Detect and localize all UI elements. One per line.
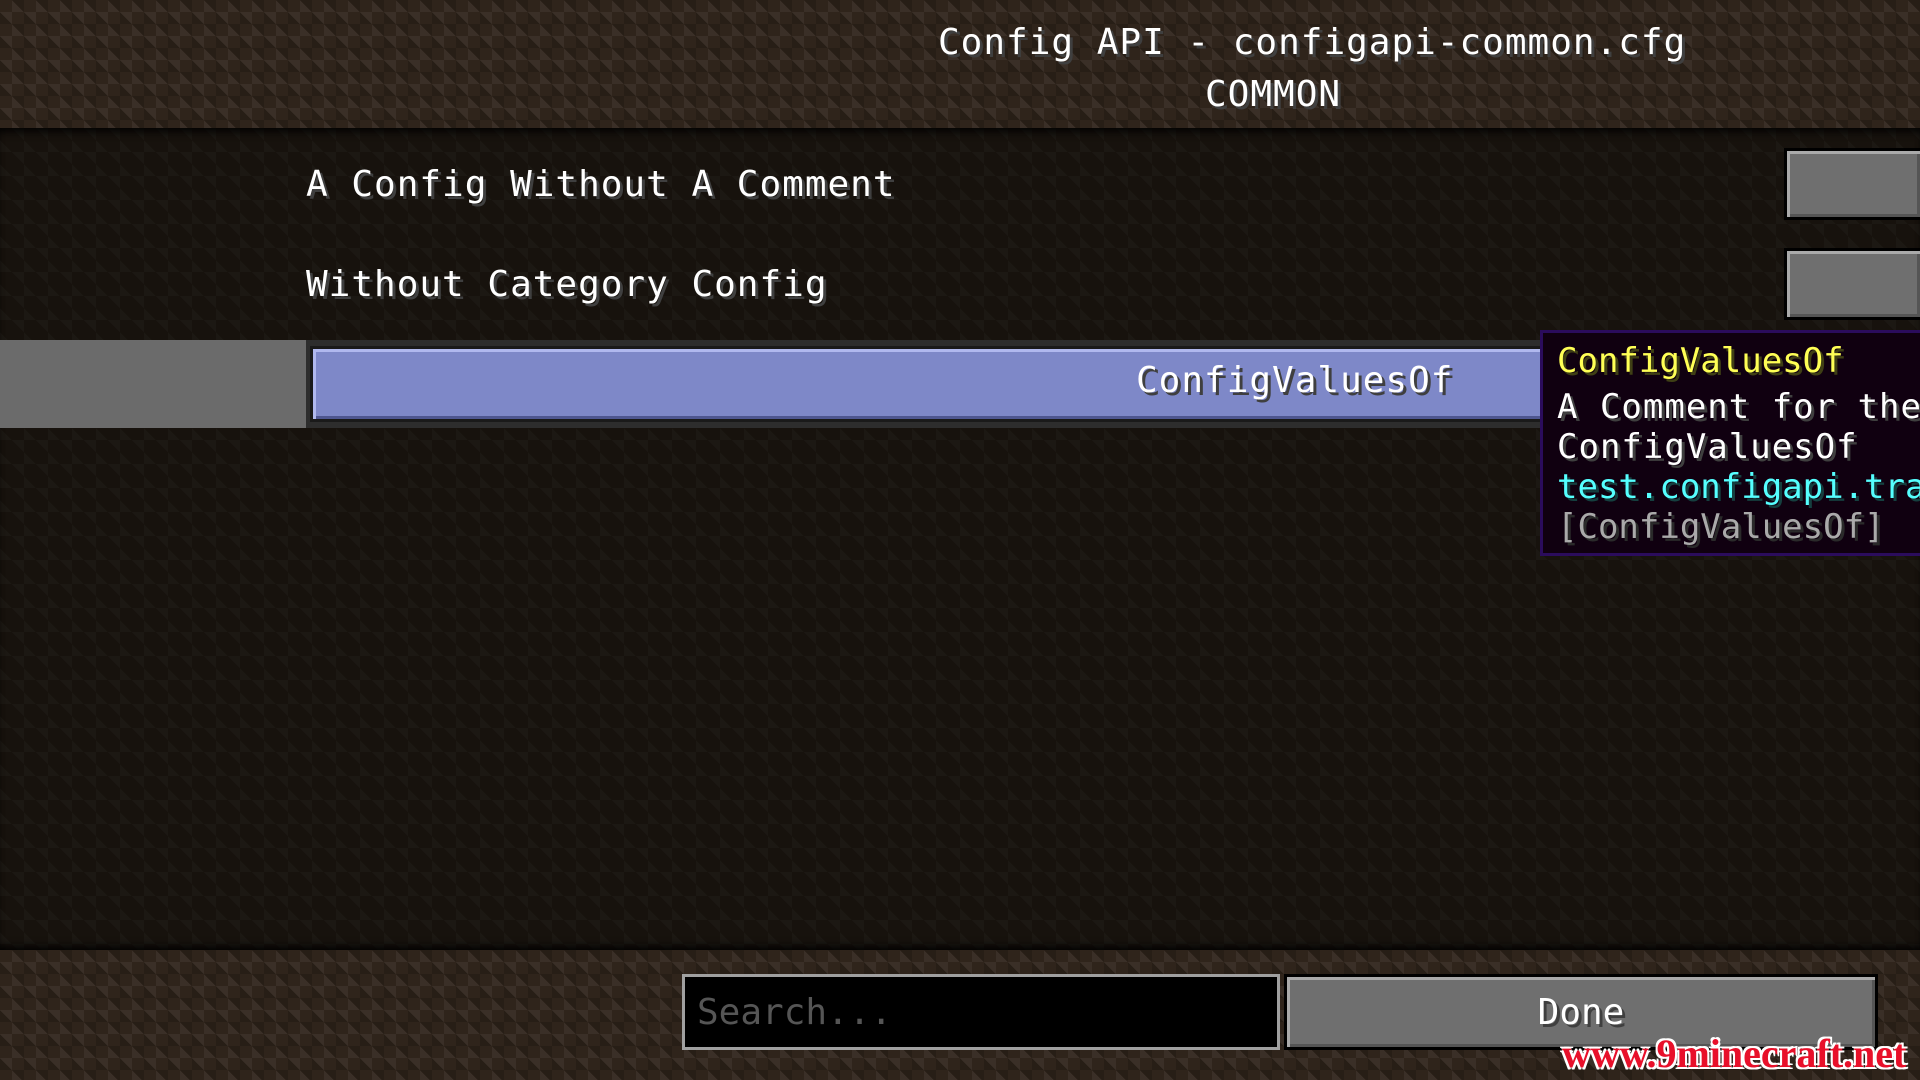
search-input[interactable] (682, 974, 1280, 1050)
tooltip-default-value: [ConfigValuesOf] (1557, 507, 1885, 547)
tooltip-comment-line-2: ConfigValuesOf (1557, 427, 1858, 467)
tooltip-comment-line-1: A Comment for the (1557, 387, 1920, 427)
entry-label-config-without-comment: A Config Without A Comment (306, 164, 896, 205)
tooltip-translation-key: test.configapi.tran (1557, 467, 1920, 507)
page-title: Config API - configapi-common.cfg (938, 22, 1687, 63)
config-values-of-label: ConfigValuesOf (1136, 360, 1454, 401)
entry-value-button-without-category[interactable] (1784, 248, 1920, 320)
hovered-row-highlight (0, 340, 306, 428)
watermark: www.9minecraft.net (1562, 1031, 1907, 1076)
entry-value-button-config-without-comment[interactable] (1784, 148, 1920, 220)
page-subtitle: COMMON (1205, 74, 1342, 115)
entry-tooltip: ConfigValuesOf A Comment for the ConfigV… (1540, 330, 1920, 556)
header-bar (0, 0, 1920, 128)
entry-label-without-category: Without Category Config (306, 264, 828, 305)
tooltip-title: ConfigValuesOf (1557, 341, 1844, 381)
